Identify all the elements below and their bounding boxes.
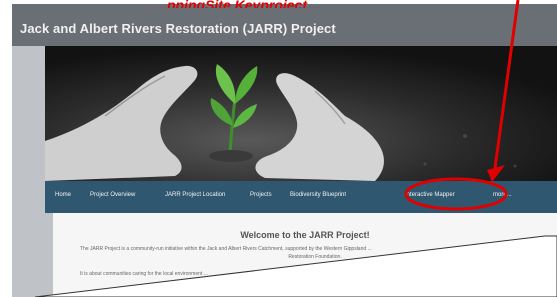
arrow-head <box>487 165 505 182</box>
highlight-ellipse <box>404 177 508 211</box>
annotation-overlay <box>34 0 557 297</box>
paper-sheet <box>34 235 557 297</box>
annotation-arrow <box>493 0 520 169</box>
